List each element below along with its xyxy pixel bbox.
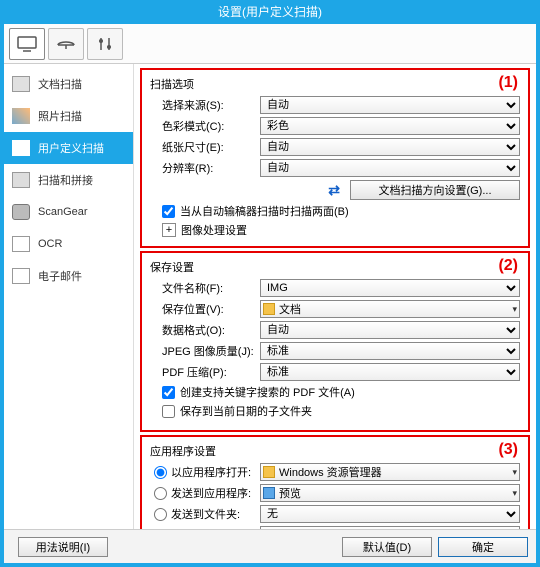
attach-email-label: 附加到电子邮件: bbox=[171, 527, 251, 529]
date-subfolder-label: 保存到当前日期的子文件夹 bbox=[180, 403, 312, 419]
format-select[interactable]: 自动 bbox=[260, 321, 520, 339]
defaults-button[interactable]: 默认值(D) bbox=[342, 537, 432, 557]
source-label: 选择来源(S): bbox=[150, 97, 260, 113]
sidebar-item-label: OCR bbox=[38, 238, 62, 250]
sidebar-item-ocr[interactable]: OCR bbox=[4, 228, 133, 260]
send-to-app-radio[interactable] bbox=[154, 487, 167, 500]
photo-scan-icon bbox=[12, 108, 30, 124]
monitor-icon bbox=[16, 35, 38, 53]
settings-window: 设置(用户定义扫描) 文档扫描 照片扫描 用户定义扫描 扫描和拼接 ScanGe… bbox=[0, 0, 540, 567]
doc-scan-icon bbox=[12, 76, 30, 92]
send-to-folder-label: 发送到文件夹: bbox=[171, 506, 240, 522]
section-app-settings: (3) 应用程序设置 以应用程序打开: Windows 资源管理器▾ 发送到应用… bbox=[140, 435, 530, 529]
body: 文档扫描 照片扫描 用户定义扫描 扫描和拼接 ScanGear OCR 电子邮件… bbox=[4, 64, 536, 529]
location-label: 保存位置(V): bbox=[150, 301, 260, 317]
folder-icon bbox=[263, 303, 275, 315]
color-label: 色彩模式(C): bbox=[150, 118, 260, 134]
pdf-label: PDF 压缩(P): bbox=[150, 364, 260, 380]
pdf-keyword-label: 创建支持关键字搜索的 PDF 文件(A) bbox=[180, 384, 355, 400]
swap-arrow-icon[interactable]: ⇄ bbox=[328, 182, 340, 199]
sidebar-item-label: 电子邮件 bbox=[38, 268, 82, 284]
send-to-app-label: 发送到应用程序: bbox=[171, 485, 251, 501]
toolbar-tab-tools[interactable] bbox=[87, 28, 123, 60]
auto-duplex-checkbox[interactable] bbox=[162, 205, 175, 218]
toolbar bbox=[4, 24, 536, 64]
expand-imgproc-button[interactable]: + bbox=[162, 223, 176, 237]
jpeg-select[interactable]: 标准 bbox=[260, 342, 520, 360]
footer: 用法说明(I) 默认值(D) 确定 bbox=[4, 529, 536, 563]
toolbar-tab-monitor[interactable] bbox=[9, 28, 45, 60]
orientation-settings-button[interactable]: 文档扫描方向设置(G)... bbox=[350, 180, 520, 200]
custom-scan-icon bbox=[12, 140, 30, 156]
send-to-folder-select[interactable]: 无 bbox=[260, 505, 520, 523]
sidebar-item-label: 文档扫描 bbox=[38, 76, 82, 92]
attach-email-radio[interactable] bbox=[154, 529, 167, 530]
chevron-down-icon: ▾ bbox=[512, 467, 517, 478]
paper-select[interactable]: 自动 bbox=[260, 138, 520, 156]
paper-label: 纸张尺寸(E): bbox=[150, 139, 260, 155]
picture-icon bbox=[263, 487, 275, 499]
chevron-down-icon: ▾ bbox=[512, 304, 517, 315]
res-select[interactable]: 自动 bbox=[260, 159, 520, 177]
section-marker-2: (2) bbox=[498, 257, 518, 275]
sidebar-item-photo-scan[interactable]: 照片扫描 bbox=[4, 100, 133, 132]
tools-icon bbox=[94, 35, 116, 53]
email-icon bbox=[12, 268, 30, 284]
pdf-keyword-checkbox[interactable] bbox=[162, 386, 175, 399]
ocr-icon bbox=[12, 236, 30, 252]
folder-icon bbox=[263, 466, 275, 478]
open-with-app-label: 以应用程序打开: bbox=[171, 464, 251, 480]
attach-email-select[interactable]: 无(手动附加)▾ bbox=[260, 526, 520, 529]
filename-label: 文件名称(F): bbox=[150, 280, 260, 296]
toolbar-tab-scanner[interactable] bbox=[48, 28, 84, 60]
source-select[interactable]: 自动 bbox=[260, 96, 520, 114]
window-title: 设置(用户定义扫描) bbox=[4, 4, 536, 24]
date-subfolder-checkbox[interactable] bbox=[162, 405, 175, 418]
sidebar-item-scangear[interactable]: ScanGear bbox=[4, 196, 133, 228]
color-select[interactable]: 彩色 bbox=[260, 117, 520, 135]
chevron-down-icon: ▾ bbox=[512, 488, 517, 499]
sidebar-item-custom-scan[interactable]: 用户定义扫描 bbox=[4, 132, 133, 164]
sidebar-item-stitch[interactable]: 扫描和拼接 bbox=[4, 164, 133, 196]
sidebar-item-doc-scan[interactable]: 文档扫描 bbox=[4, 68, 133, 100]
send-to-app-select[interactable]: 预览▾ bbox=[260, 484, 520, 502]
open-with-app-select[interactable]: Windows 资源管理器▾ bbox=[260, 463, 520, 481]
sidebar-item-label: 扫描和拼接 bbox=[38, 172, 93, 188]
sidebar-item-label: 照片扫描 bbox=[38, 108, 82, 124]
res-label: 分辨率(R): bbox=[150, 160, 260, 176]
imgproc-label: 图像处理设置 bbox=[181, 222, 247, 238]
section-marker-3: (3) bbox=[498, 441, 518, 459]
open-with-app-radio[interactable] bbox=[154, 466, 167, 479]
filename-select[interactable]: IMG bbox=[260, 279, 520, 297]
scanner-icon bbox=[55, 35, 77, 53]
jpeg-label: JPEG 图像质量(J): bbox=[150, 343, 260, 359]
send-to-folder-radio[interactable] bbox=[154, 508, 167, 521]
section-save-settings: (2) 保存设置 文件名称(F):IMG 保存位置(V): 文档▾ 数据格式(O… bbox=[140, 251, 530, 432]
section-title-3: 应用程序设置 bbox=[150, 443, 520, 459]
help-button[interactable]: 用法说明(I) bbox=[18, 537, 108, 557]
section-title-1: 扫描选项 bbox=[150, 76, 520, 92]
auto-duplex-label: 当从自动输稿器扫描时扫描两面(B) bbox=[180, 203, 349, 219]
section-title-2: 保存设置 bbox=[150, 259, 520, 275]
ok-button[interactable]: 确定 bbox=[438, 537, 528, 557]
pdf-select[interactable]: 标准 bbox=[260, 363, 520, 381]
sidebar: 文档扫描 照片扫描 用户定义扫描 扫描和拼接 ScanGear OCR 电子邮件 bbox=[4, 64, 134, 529]
format-label: 数据格式(O): bbox=[150, 322, 260, 338]
section-marker-1: (1) bbox=[498, 74, 518, 92]
location-select[interactable]: 文档▾ bbox=[260, 300, 520, 318]
sidebar-item-label: 用户定义扫描 bbox=[38, 140, 104, 156]
sidebar-item-email[interactable]: 电子邮件 bbox=[4, 260, 133, 292]
sidebar-item-label: ScanGear bbox=[38, 206, 88, 218]
section-scan-options: (1) 扫描选项 选择来源(S):自动 色彩模式(C):彩色 纸张尺寸(E):自… bbox=[140, 68, 530, 248]
scangear-icon bbox=[12, 204, 30, 220]
content: (1) 扫描选项 选择来源(S):自动 色彩模式(C):彩色 纸张尺寸(E):自… bbox=[134, 64, 536, 529]
stitch-icon bbox=[12, 172, 30, 188]
